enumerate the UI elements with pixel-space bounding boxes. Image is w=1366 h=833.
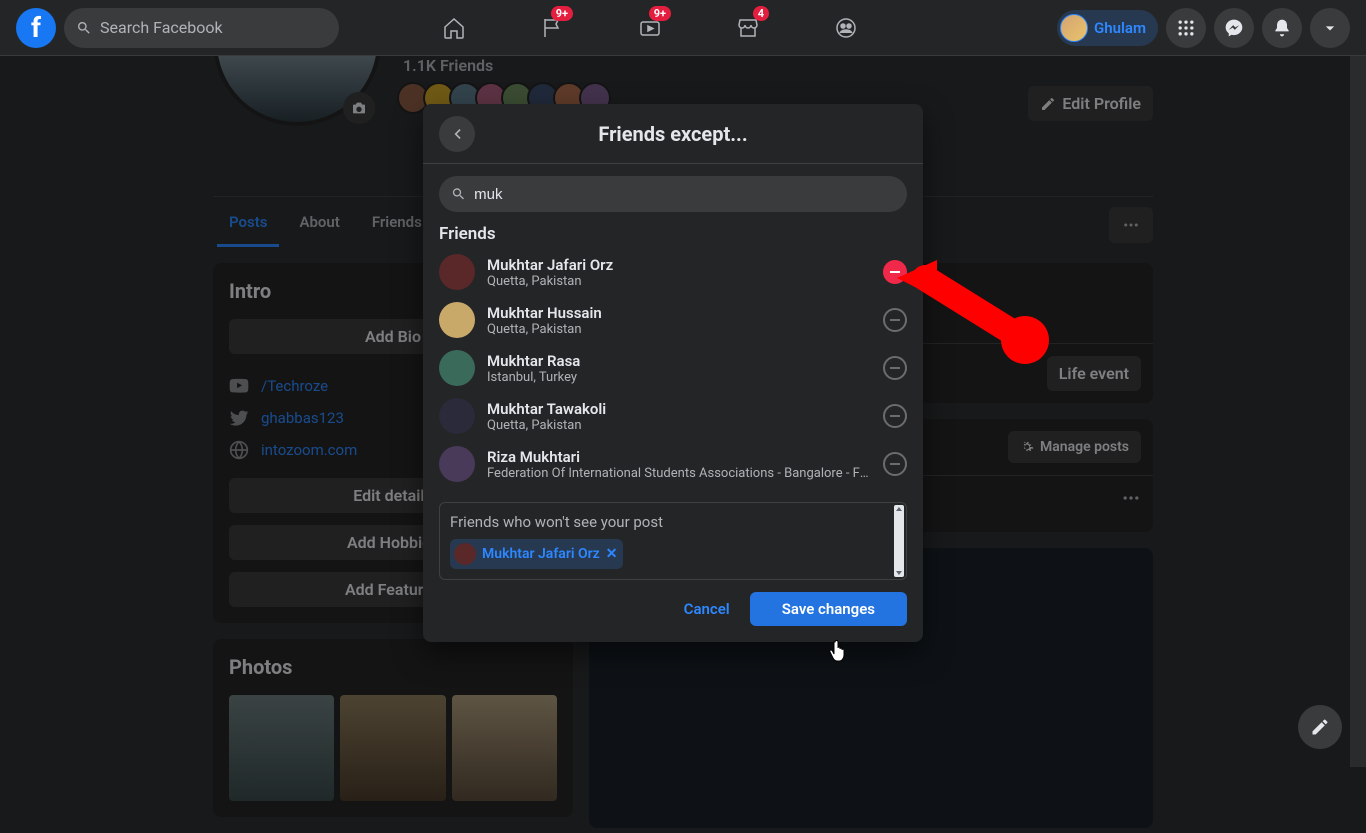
friend-row[interactable]: Mukhtar Jafari OrzQuetta, Pakistan [439, 248, 907, 296]
friends-except-modal: Friends except... Friends Mukhtar Jafari… [423, 104, 923, 642]
chip-name: Mukhtar Jafari Orz [482, 546, 600, 562]
avatar [439, 350, 475, 386]
friend-row[interactable]: Mukhtar RasaIstanbul, Turkey [439, 344, 907, 392]
cancel-button[interactable]: Cancel [672, 592, 742, 626]
back-button[interactable] [439, 116, 475, 152]
modal-footer: Cancel Save changes [423, 580, 923, 642]
modal-title: Friends except... [598, 122, 747, 146]
friend-name: Mukhtar Tawakoli [487, 400, 871, 418]
friend-info: Mukhtar Jafari OrzQuetta, Pakistan [487, 256, 871, 289]
friend-name: Mukhtar Hussain [487, 304, 871, 322]
friend-subtitle: Federation Of International Students Ass… [487, 466, 871, 481]
modal-backdrop: Friends except... Friends Mukhtar Jafari… [0, 0, 1366, 767]
exclude-toggle[interactable] [883, 404, 907, 428]
friend-subtitle: Quetta, Pakistan [487, 418, 871, 433]
modal-header: Friends except... [423, 104, 923, 164]
friend-row[interactable]: Mukhtar TawakoliQuetta, Pakistan [439, 392, 907, 440]
avatar [454, 543, 476, 565]
friend-info: Mukhtar TawakoliQuetta, Pakistan [487, 400, 871, 433]
friend-info: Riza MukhtariFederation Of International… [487, 448, 871, 481]
remove-chip-button[interactable]: ✕ [606, 546, 618, 562]
avatar [439, 398, 475, 434]
search-icon [451, 186, 466, 202]
arrow-left-icon [447, 124, 467, 144]
friends-section-label: Friends [439, 224, 907, 244]
avatar [439, 254, 475, 290]
avatar [439, 446, 475, 482]
exclude-toggle[interactable] [883, 356, 907, 380]
scrollbar[interactable] [894, 505, 904, 577]
friend-row[interactable]: Mukhtar HussainQuetta, Pakistan [439, 296, 907, 344]
avatar [439, 302, 475, 338]
friend-search-input[interactable] [474, 186, 895, 203]
friend-name: Riza Mukhtari [487, 448, 871, 466]
friend-info: Mukhtar RasaIstanbul, Turkey [487, 352, 871, 385]
friend-info: Mukhtar HussainQuetta, Pakistan [487, 304, 871, 337]
excluded-friend-chip: Mukhtar Jafari Orz ✕ [450, 539, 623, 569]
friend-name: Mukhtar Rasa [487, 352, 871, 370]
friend-row[interactable]: Riza MukhtariFederation Of International… [439, 440, 907, 488]
save-changes-button[interactable]: Save changes [750, 592, 907, 626]
excluded-friends-box: Friends who won't see your post Mukhtar … [439, 502, 907, 580]
friend-subtitle: Quetta, Pakistan [487, 322, 871, 337]
exclude-toggle[interactable] [883, 452, 907, 476]
friend-search[interactable] [439, 176, 907, 212]
exclude-toggle[interactable] [883, 308, 907, 332]
friend-subtitle: Quetta, Pakistan [487, 274, 871, 289]
exclude-toggle[interactable] [883, 260, 907, 284]
friend-name: Mukhtar Jafari Orz [487, 256, 871, 274]
friend-subtitle: Istanbul, Turkey [487, 370, 871, 385]
excluded-label: Friends who won't see your post [450, 513, 896, 531]
